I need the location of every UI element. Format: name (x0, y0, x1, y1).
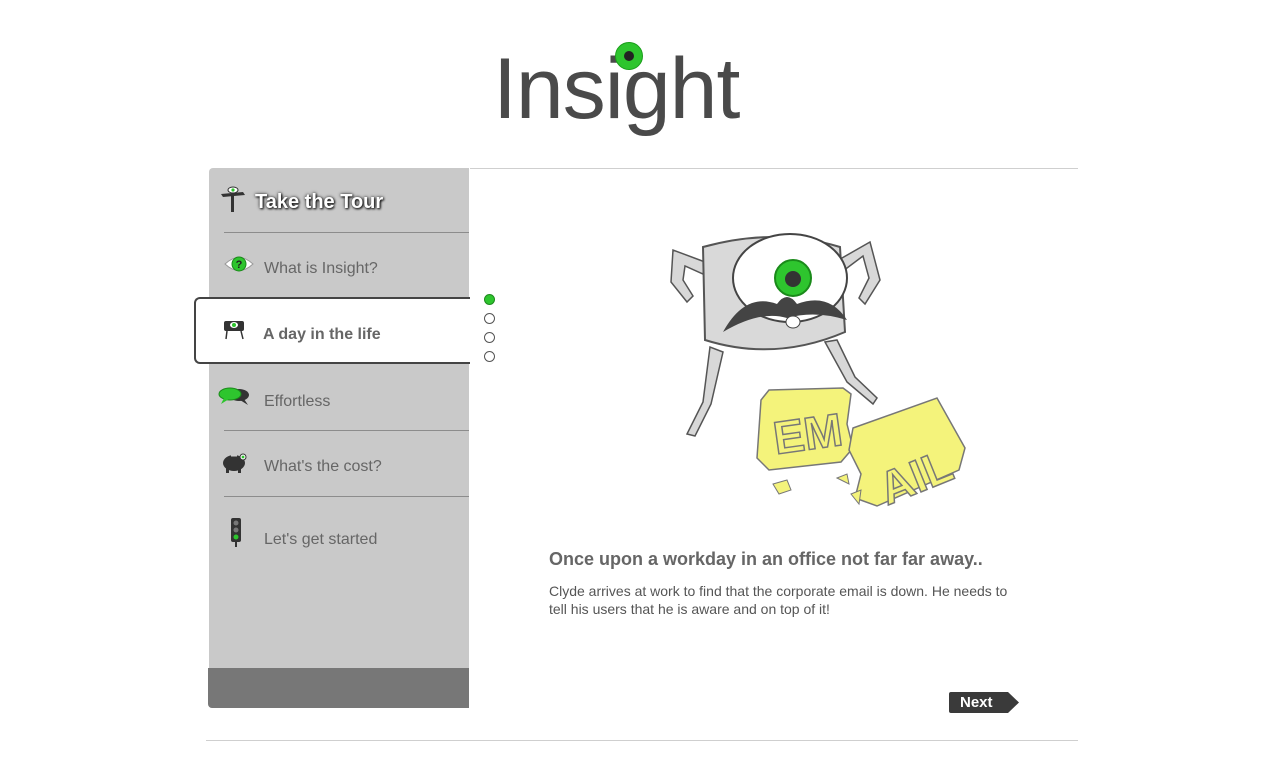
nav-item-label: What is Insight? (264, 260, 378, 277)
nav-item-label: A day in the life (263, 326, 381, 343)
nav-item-label: Effortless (264, 393, 331, 410)
next-button-label: Next (960, 694, 993, 711)
nav-item-what-is-insight[interactable]: ? What is Insight? (224, 233, 469, 298)
story-body: Clyde arrives at work to find that the c… (549, 583, 1008, 617)
piggy-bank-icon (223, 453, 247, 473)
speech-bubbles-icon (218, 387, 249, 405)
traffic-light-icon (231, 518, 241, 547)
tour-title: Take the Tour (255, 191, 384, 213)
logo-eye-icon (615, 42, 643, 70)
top-divider (470, 168, 1078, 169)
pager-dot-4[interactable] (484, 351, 495, 362)
nav-item-effortless[interactable]: Effortless (218, 366, 469, 431)
insight-logo: Insight (493, 38, 793, 138)
eye-question-icon: ? (224, 256, 254, 272)
nav-item-label: What's the cost? (264, 458, 382, 475)
svg-text:?: ? (236, 259, 243, 271)
signpost-icon (221, 186, 245, 212)
next-button[interactable]: Next (949, 692, 1019, 713)
pager-dot-3[interactable] (484, 332, 495, 343)
sidebar-footer (208, 668, 469, 708)
svg-text:EM: EM (770, 403, 846, 464)
bottom-divider (206, 740, 1078, 741)
monster-icon (224, 321, 244, 340)
nav-item-a-day-in-the-life[interactable]: A day in the life (194, 297, 470, 364)
story-headline: Once upon a workday in an office not far… (549, 549, 983, 569)
pager-dot-2[interactable] (484, 313, 495, 324)
broken-email-monster-illustration: EM AIL (670, 233, 966, 514)
nav-item-lets-get-started[interactable]: Let's get started (224, 497, 469, 562)
nav-item-whats-the-cost[interactable]: What's the cost? (223, 431, 469, 496)
nav-item-label: Let's get started (264, 531, 378, 548)
pager-dot-1[interactable] (484, 294, 495, 305)
